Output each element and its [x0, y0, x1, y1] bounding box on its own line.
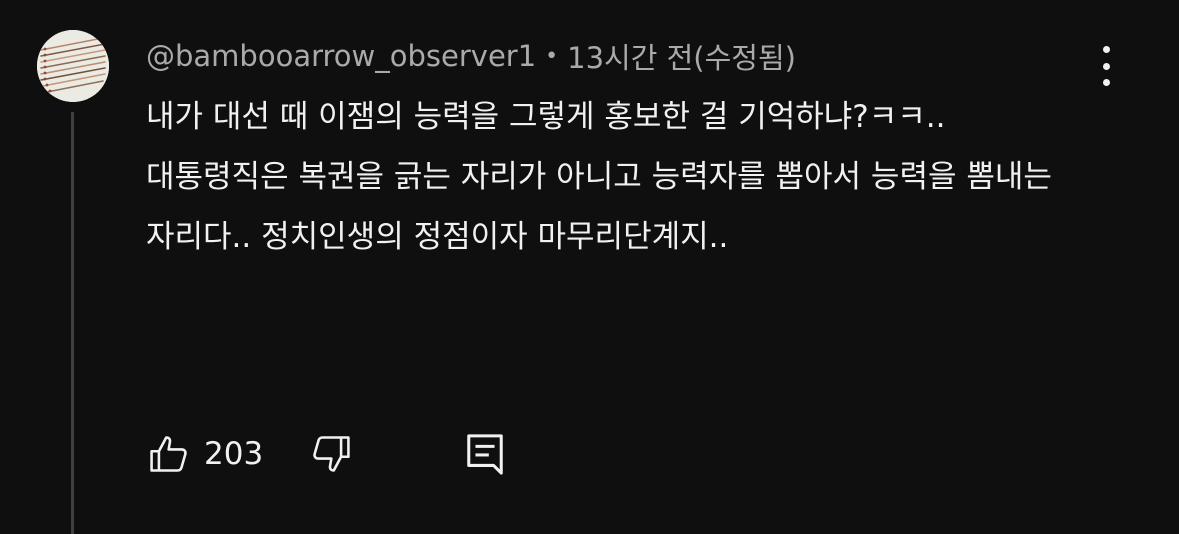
like-button[interactable]: [146, 431, 192, 477]
comment-actions: 203: [146, 431, 508, 477]
thread-line: [71, 112, 74, 534]
author-name[interactable]: @bambooarrow_observer1: [146, 39, 536, 73]
reply-button[interactable]: [462, 431, 508, 477]
comment-text: 내가 대선 때 이잼의 능력을 그렇게 홍보한 걸 기억하냐?ㅋㅋ.. 대통령직…: [146, 87, 1071, 267]
meta-separator: •: [545, 43, 559, 69]
thumbs-up-icon: [150, 436, 187, 472]
comment-paragraph: 내가 대선 때 이잼의 능력을 그렇게 홍보한 걸 기억하냐?ㅋㅋ..: [146, 99, 946, 135]
dislike-button[interactable]: [308, 431, 354, 477]
comment-header: @bambooarrow_observer1 • 13시간 전(수정됨): [146, 36, 796, 76]
comment-timestamp[interactable]: 13시간 전(수정됨): [567, 35, 796, 77]
thumbs-down-icon: [313, 436, 350, 472]
avatar[interactable]: [37, 30, 109, 102]
more-options-button[interactable]: [1090, 46, 1122, 86]
vertical-ellipsis-icon: [1102, 46, 1110, 53]
bamboo-arrows-avatar-icon: [37, 30, 109, 102]
comment-paragraph: 대통령직은 복권을 긁는 자리가 아니고 능력자를 뽑아서 능력을 뽐내는 자리…: [146, 159, 1062, 255]
comment-item: @bambooarrow_observer1 • 13시간 전(수정됨) 내가 …: [0, 0, 1179, 534]
like-count: 203: [204, 436, 264, 472]
reply-comment-icon: [467, 434, 503, 475]
